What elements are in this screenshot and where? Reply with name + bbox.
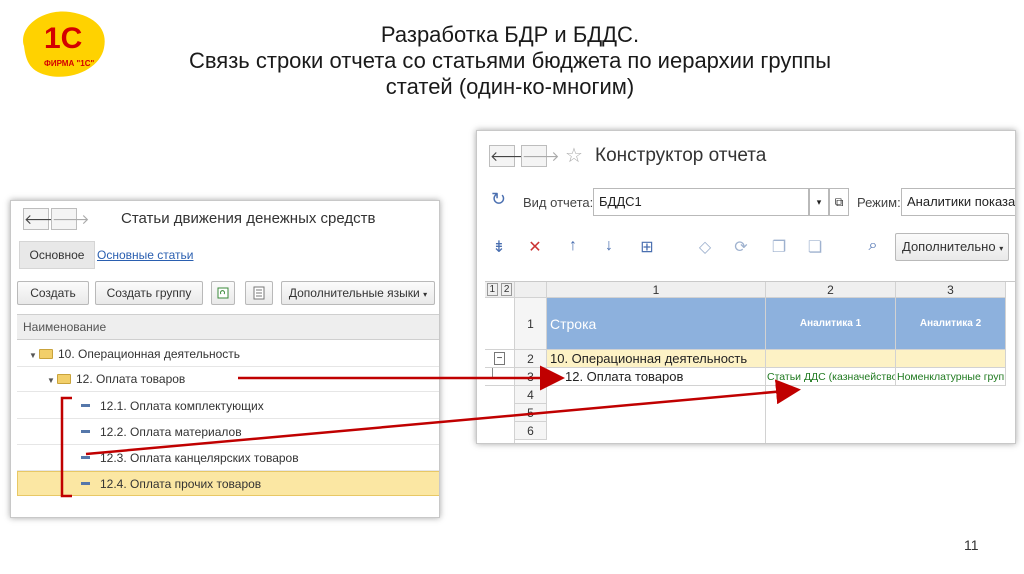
tree-row-label: 12.2. Оплата материалов bbox=[100, 425, 242, 439]
row-cell-analytic[interactable]: Номенклатурные группы bbox=[896, 368, 1006, 386]
column-header-name: Наименование bbox=[17, 314, 439, 340]
forward-button[interactable]: 🡒 bbox=[51, 208, 90, 230]
page-number: 11 bbox=[964, 537, 979, 553]
col-header-1[interactable]: 1 bbox=[547, 282, 766, 298]
report-type-field[interactable]: БДДС1 bbox=[593, 188, 809, 216]
report-constructor-window: 🡐 🡒 ☆ Конструктор отчета ↻ Вид отчета: Б… bbox=[476, 130, 1016, 444]
row-number: 4 bbox=[515, 386, 547, 404]
chevron-down-icon: ▾ bbox=[999, 244, 1004, 253]
item-icon bbox=[81, 456, 90, 459]
folder-icon bbox=[57, 374, 71, 384]
header-cell-row[interactable]: Строка bbox=[547, 298, 766, 350]
row-cell[interactable] bbox=[766, 350, 896, 368]
forward-button[interactable]: 🡒 bbox=[521, 145, 560, 167]
chevron-down-icon: ▾ bbox=[423, 290, 428, 299]
report-structure-grid: 1 2 1 2 3 1 Строка Аналитика 1 Аналитика… bbox=[485, 281, 1015, 443]
report-type-dropdown-icon[interactable]: ▾ bbox=[809, 188, 829, 216]
favorite-star-icon[interactable]: ☆ bbox=[565, 143, 583, 168]
tree-row[interactable]: ▼ 12. Оплата товаров bbox=[17, 367, 439, 393]
window-title: Конструктор отчета bbox=[595, 145, 767, 166]
title-line-2: Связь строки отчета со статьями бюджета … bbox=[188, 48, 832, 73]
group-margin bbox=[485, 298, 515, 350]
header-cell-analytic-2[interactable]: Аналитика 2 bbox=[896, 298, 1006, 350]
tab-main[interactable]: Основное bbox=[19, 241, 95, 269]
item-icon bbox=[81, 430, 90, 433]
open-icon[interactable]: ⧉ bbox=[829, 188, 849, 216]
col-header-2[interactable]: 2 bbox=[766, 282, 896, 298]
paste-icon[interactable]: ❏ bbox=[805, 237, 825, 257]
mode-field[interactable]: Аналитики показате bbox=[901, 188, 1015, 216]
create-button[interactable]: Создать bbox=[17, 281, 89, 305]
mode-label: Режим: bbox=[857, 195, 901, 210]
tree-row[interactable]: ▼ 10. Операционная деятельность bbox=[17, 342, 439, 368]
level-2-button[interactable]: 2 bbox=[500, 283, 513, 296]
cash-flow-items-window: 🡐 🡒 Статьи движения денежных средств Осн… bbox=[10, 200, 440, 518]
title-line-1: Разработка БДР и БДДС. bbox=[380, 22, 640, 47]
delete-row-icon[interactable]: ✕ bbox=[525, 237, 545, 257]
list-icon[interactable] bbox=[245, 281, 273, 305]
row-number: 1 bbox=[515, 298, 547, 350]
header-cell-analytic-1[interactable]: Аналитика 1 bbox=[766, 298, 896, 350]
slide-title: Разработка БДР и БДДС. Связь строки отче… bbox=[140, 22, 880, 100]
empty-cell[interactable] bbox=[547, 386, 766, 443]
expand-triangle-icon[interactable]: ▼ bbox=[27, 344, 39, 368]
window-title: Статьи движения денежных средств bbox=[121, 210, 376, 227]
search-icon[interactable]: ⌕ bbox=[863, 237, 883, 255]
move-down-icon[interactable]: ↓ bbox=[599, 237, 619, 255]
tree-row-selected[interactable]: 12.4. Оплата прочих товаров bbox=[17, 471, 439, 496]
back-button[interactable]: 🡐 bbox=[23, 208, 62, 230]
tree-row-label: 12.1. Оплата комплектующих bbox=[100, 399, 264, 413]
additional-languages-button[interactable]: Дополнительные языки ▾ bbox=[281, 281, 435, 305]
refresh-icon[interactable] bbox=[211, 281, 235, 305]
create-group-button[interactable]: Создать группу bbox=[95, 281, 203, 305]
clear-icon[interactable]: ◇ bbox=[695, 237, 715, 257]
row-number: 2 bbox=[515, 350, 547, 368]
tree-row[interactable]: 12.2. Оплата материалов bbox=[17, 420, 439, 445]
tree-row[interactable]: 12.1. Оплата комплектующих bbox=[17, 394, 439, 419]
empty-cell[interactable] bbox=[766, 386, 1006, 443]
add-row-icon[interactable]: ⇟ bbox=[489, 237, 509, 257]
item-icon bbox=[81, 404, 90, 407]
collapse-icon: − bbox=[493, 352, 506, 365]
tree-row[interactable]: 12.3. Оплата канцелярских товаров bbox=[17, 446, 439, 471]
row-number: 6 bbox=[515, 422, 547, 440]
row-cell[interactable] bbox=[896, 350, 1006, 368]
settings-icon[interactable]: ⟳ bbox=[731, 237, 751, 257]
row-cell-analytic[interactable]: Статьи ДДС (казначейство) bbox=[766, 368, 896, 386]
row-number: 5 bbox=[515, 404, 547, 422]
col-header-3[interactable]: 3 bbox=[896, 282, 1006, 298]
item-icon bbox=[81, 482, 90, 485]
logo-subtitle: ФИРМА "1С" bbox=[44, 59, 94, 68]
grid-corner bbox=[515, 282, 547, 298]
report-type-label: Вид отчета: bbox=[523, 195, 594, 210]
tree-row-label: 12.4. Оплата прочих товаров bbox=[100, 477, 262, 491]
group-margin bbox=[485, 368, 515, 386]
expand-triangle-icon[interactable]: ▼ bbox=[45, 369, 57, 393]
title-line-3: статей (один-ко-многим) bbox=[385, 74, 635, 99]
copy-icon[interactable]: ❐ bbox=[769, 237, 789, 257]
row-number: 3 bbox=[515, 368, 547, 386]
folder-icon bbox=[39, 349, 53, 359]
additional-languages-label: Дополнительные языки bbox=[288, 286, 420, 300]
tree-row-label: 10. Операционная деятельность bbox=[58, 347, 240, 361]
tree-row-label: 12.3. Оплата канцелярских товаров bbox=[100, 451, 299, 465]
level-1-button[interactable]: 1 bbox=[486, 283, 499, 296]
more-button[interactable]: Дополнительно ▾ bbox=[895, 233, 1009, 261]
back-button[interactable]: 🡐 bbox=[489, 145, 528, 167]
refresh-icon[interactable]: ↻ bbox=[491, 189, 506, 210]
tab-main-items[interactable]: Основные статьи bbox=[97, 248, 194, 262]
group-icon[interactable]: ⊞ bbox=[637, 237, 657, 257]
row-cell[interactable]: 12. Оплата товаров bbox=[547, 368, 766, 386]
firm-1c-logo: 1С ФИРМА "1С" bbox=[14, 6, 110, 82]
logo-brand: 1С bbox=[44, 22, 82, 55]
level-buttons: 1 2 bbox=[485, 282, 515, 298]
tree-row-label: 12. Оплата товаров bbox=[76, 372, 186, 386]
collapse-button[interactable]: − bbox=[485, 350, 515, 368]
move-up-icon[interactable]: ↑ bbox=[563, 237, 583, 255]
row-cell[interactable]: 10. Операционная деятельность bbox=[547, 350, 766, 368]
more-button-label: Дополнительно bbox=[902, 239, 996, 254]
group-margin bbox=[485, 386, 515, 443]
